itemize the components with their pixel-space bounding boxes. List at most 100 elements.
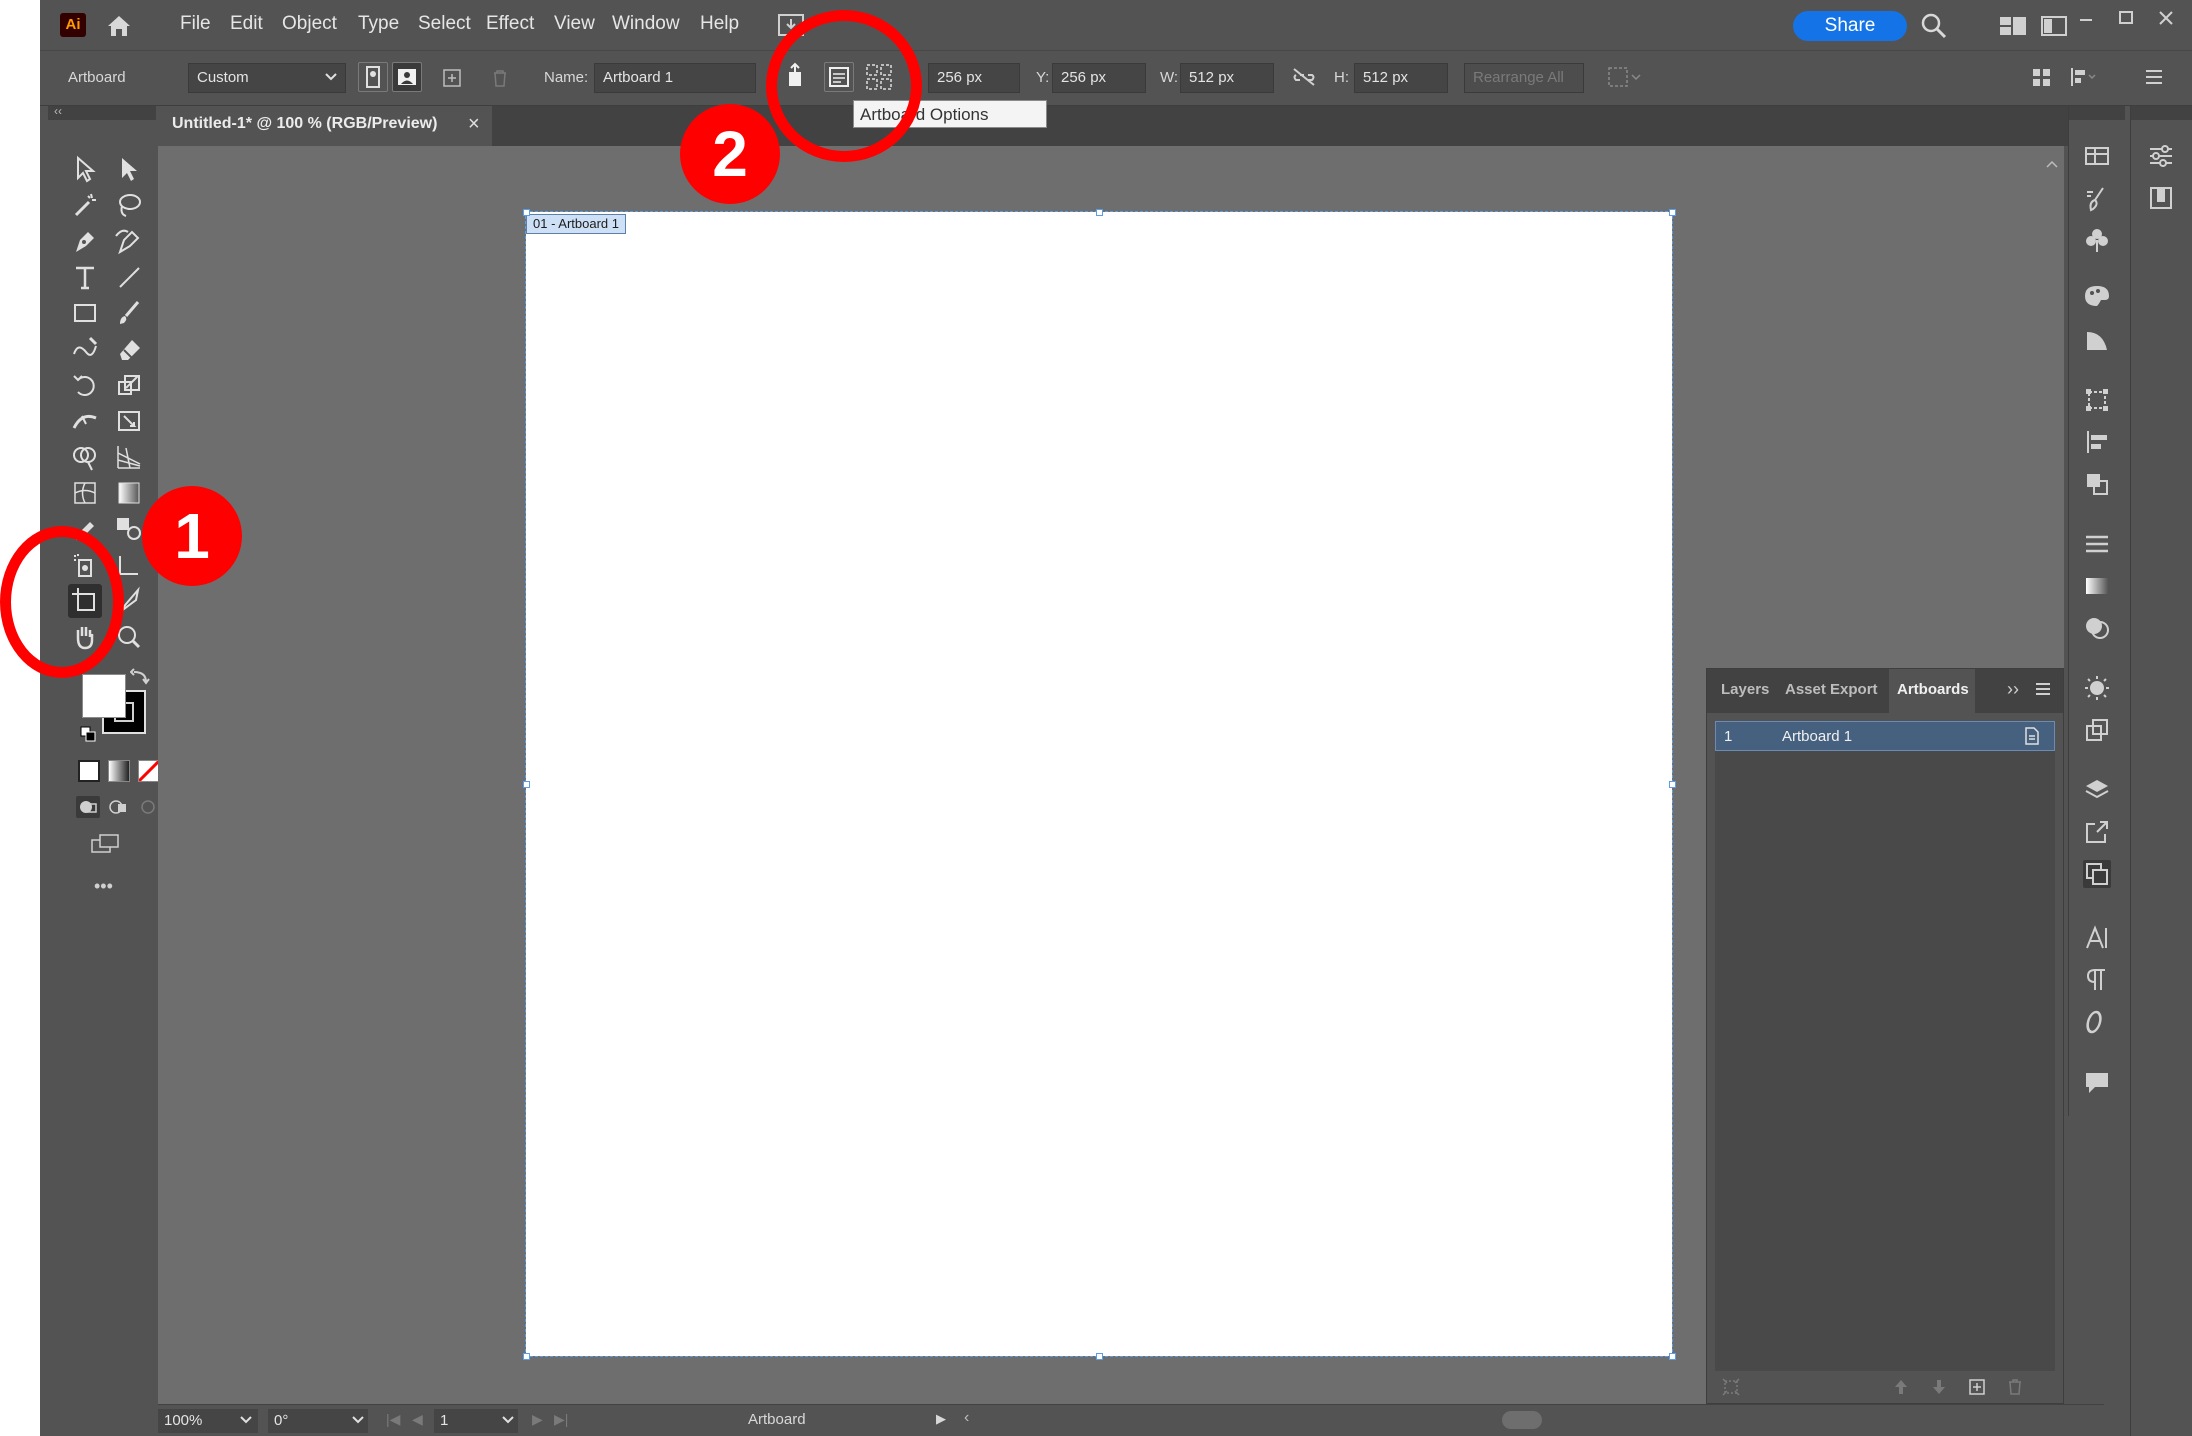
constrain-proportions-icon[interactable] — [1290, 65, 1318, 89]
pen-tool-icon[interactable] — [68, 224, 102, 258]
brushes-icon[interactable] — [2083, 184, 2111, 212]
first-artboard-icon[interactable]: |◀ — [386, 1411, 400, 1428]
mesh-tool-icon[interactable] — [68, 476, 102, 510]
menu-select[interactable]: Select — [418, 13, 471, 35]
rotate-tool-icon[interactable] — [68, 368, 102, 402]
scroll-up-icon[interactable] — [2042, 154, 2062, 174]
document-tab[interactable]: Untitled-1* @ 100 % (RGB/Preview) × — [158, 106, 492, 146]
none-mode-icon[interactable] — [138, 760, 160, 782]
panel-layout-icon[interactable] — [2040, 14, 2068, 38]
minimize-icon[interactable] — [2076, 10, 2096, 30]
swap-colors-icon[interactable] — [130, 668, 152, 688]
list-item[interactable]: 1 Artboard 1 — [1715, 721, 2055, 751]
expand-panel-icon[interactable]: ›› — [2007, 679, 2019, 700]
shape-builder-tool-icon[interactable] — [68, 440, 102, 474]
close-window-icon[interactable] — [2156, 8, 2176, 28]
collapse-toolbar-icon[interactable]: ‹‹ — [54, 104, 62, 118]
opentype-icon[interactable] — [2083, 1008, 2111, 1036]
scroll-left-icon[interactable]: ‹ — [964, 1409, 969, 1427]
resize-handle-b[interactable] — [1096, 1353, 1103, 1360]
menu-edit[interactable]: Edit — [230, 13, 263, 35]
cc-libraries-icon[interactable] — [2147, 184, 2175, 212]
curvature-tool-icon[interactable] — [112, 224, 146, 258]
last-artboard-icon[interactable]: ▶| — [554, 1411, 568, 1428]
next-artboard-icon[interactable]: ▶ — [532, 1411, 543, 1428]
shaper-tool-icon[interactable] — [68, 332, 102, 366]
asset-export-icon[interactable] — [2083, 818, 2111, 846]
preset-dropdown[interactable]: Custom — [188, 63, 346, 93]
menu-effect[interactable]: Effect — [486, 13, 534, 35]
paragraph-icon[interactable] — [2083, 966, 2111, 994]
color-mode-icon[interactable] — [78, 760, 100, 782]
appearance-icon[interactable] — [2083, 674, 2111, 702]
menu-view[interactable]: View — [554, 13, 595, 35]
artboard-number-chevron-icon[interactable] — [500, 1411, 516, 1427]
artboard[interactable] — [525, 211, 1673, 1357]
resize-handle-t[interactable] — [1096, 209, 1103, 216]
graphic-styles-icon[interactable] — [2083, 716, 2111, 744]
eraser-tool-icon[interactable] — [112, 332, 146, 366]
transparency-icon[interactable] — [2083, 614, 2111, 642]
panel-menu-icon[interactable] — [2033, 679, 2053, 699]
perspective-grid-tool-icon[interactable] — [112, 440, 146, 474]
width-tool-icon[interactable] — [68, 404, 102, 438]
draw-normal-icon[interactable] — [76, 796, 100, 818]
resize-handle-l[interactable] — [523, 781, 530, 788]
rearrange-all-button[interactable]: Rearrange All — [1464, 63, 1584, 93]
control-menu-icon[interactable] — [2142, 65, 2166, 89]
menu-object[interactable]: Object — [282, 13, 337, 35]
x-field[interactable]: 256 px — [928, 63, 1020, 93]
color-icon[interactable] — [2083, 282, 2111, 310]
libraries-icon[interactable] — [2083, 142, 2111, 170]
line-segment-tool-icon[interactable] — [112, 260, 146, 294]
resize-handle-tr[interactable] — [1669, 209, 1676, 216]
search-icon[interactable] — [1920, 12, 1948, 40]
symbols-icon[interactable] — [2083, 226, 2111, 254]
h-field[interactable]: 512 px — [1354, 63, 1448, 93]
artboards-panel-icon[interactable] — [2083, 860, 2111, 888]
transform-icon[interactable] — [2083, 386, 2111, 414]
artboard-options-icon[interactable] — [2022, 726, 2042, 746]
menu-window[interactable]: Window — [612, 13, 680, 35]
type-tool-icon[interactable] — [68, 260, 102, 294]
distribute-icon[interactable] — [2068, 65, 2098, 89]
delete-artboard-icon[interactable] — [488, 66, 512, 90]
gradient-panel-icon[interactable] — [2083, 572, 2111, 600]
paintbrush-tool-icon[interactable] — [112, 296, 146, 330]
direct-selection-tool-icon[interactable] — [112, 152, 146, 186]
horizontal-scrollbar-thumb[interactable] — [1502, 1411, 1542, 1429]
move-up-icon[interactable] — [1891, 1377, 1911, 1397]
lasso-tool-icon[interactable] — [112, 188, 146, 222]
menu-help[interactable]: Help — [700, 13, 739, 35]
pathfinder-icon[interactable] — [2083, 470, 2111, 498]
layers-icon[interactable] — [2083, 776, 2111, 804]
share-button[interactable]: Share — [1793, 11, 1907, 41]
new-artboard-panel-icon[interactable] — [1967, 1377, 1987, 1397]
resize-handle-r[interactable] — [1669, 781, 1676, 788]
rotation-chevron-icon[interactable] — [350, 1411, 366, 1427]
maximize-icon[interactable] — [2116, 8, 2136, 28]
align-panel-icon[interactable] — [2083, 428, 2111, 456]
menu-file[interactable]: File — [180, 13, 211, 35]
rectangle-tool-icon[interactable] — [68, 296, 102, 330]
y-field[interactable]: 256 px — [1052, 63, 1146, 93]
stroke-icon[interactable] — [2083, 530, 2111, 558]
tab-layers[interactable]: Layers — [1721, 681, 1769, 698]
draw-behind-icon[interactable] — [106, 796, 130, 818]
w-field[interactable]: 512 px — [1180, 63, 1274, 93]
selection-tool-icon[interactable] — [68, 152, 102, 186]
move-down-icon[interactable] — [1929, 1377, 1949, 1397]
workspace-switcher-icon[interactable] — [1998, 14, 2028, 38]
comments-icon[interactable] — [2083, 1068, 2111, 1096]
tab-artboards[interactable]: Artboards — [1897, 681, 1969, 698]
free-transform-tool-icon[interactable] — [112, 404, 146, 438]
blend-tool-icon[interactable] — [112, 512, 146, 546]
previous-artboard-icon[interactable]: ◀ — [412, 1411, 423, 1428]
character-icon[interactable] — [2083, 924, 2111, 952]
close-tab-icon[interactable]: × — [468, 113, 480, 136]
rearrange-artboards-icon[interactable] — [1721, 1377, 1741, 1397]
scale-tool-icon[interactable] — [112, 368, 146, 402]
resize-handle-tl[interactable] — [523, 209, 530, 216]
color-guide-icon[interactable] — [2083, 326, 2111, 354]
screen-mode-icon[interactable] — [88, 830, 122, 858]
